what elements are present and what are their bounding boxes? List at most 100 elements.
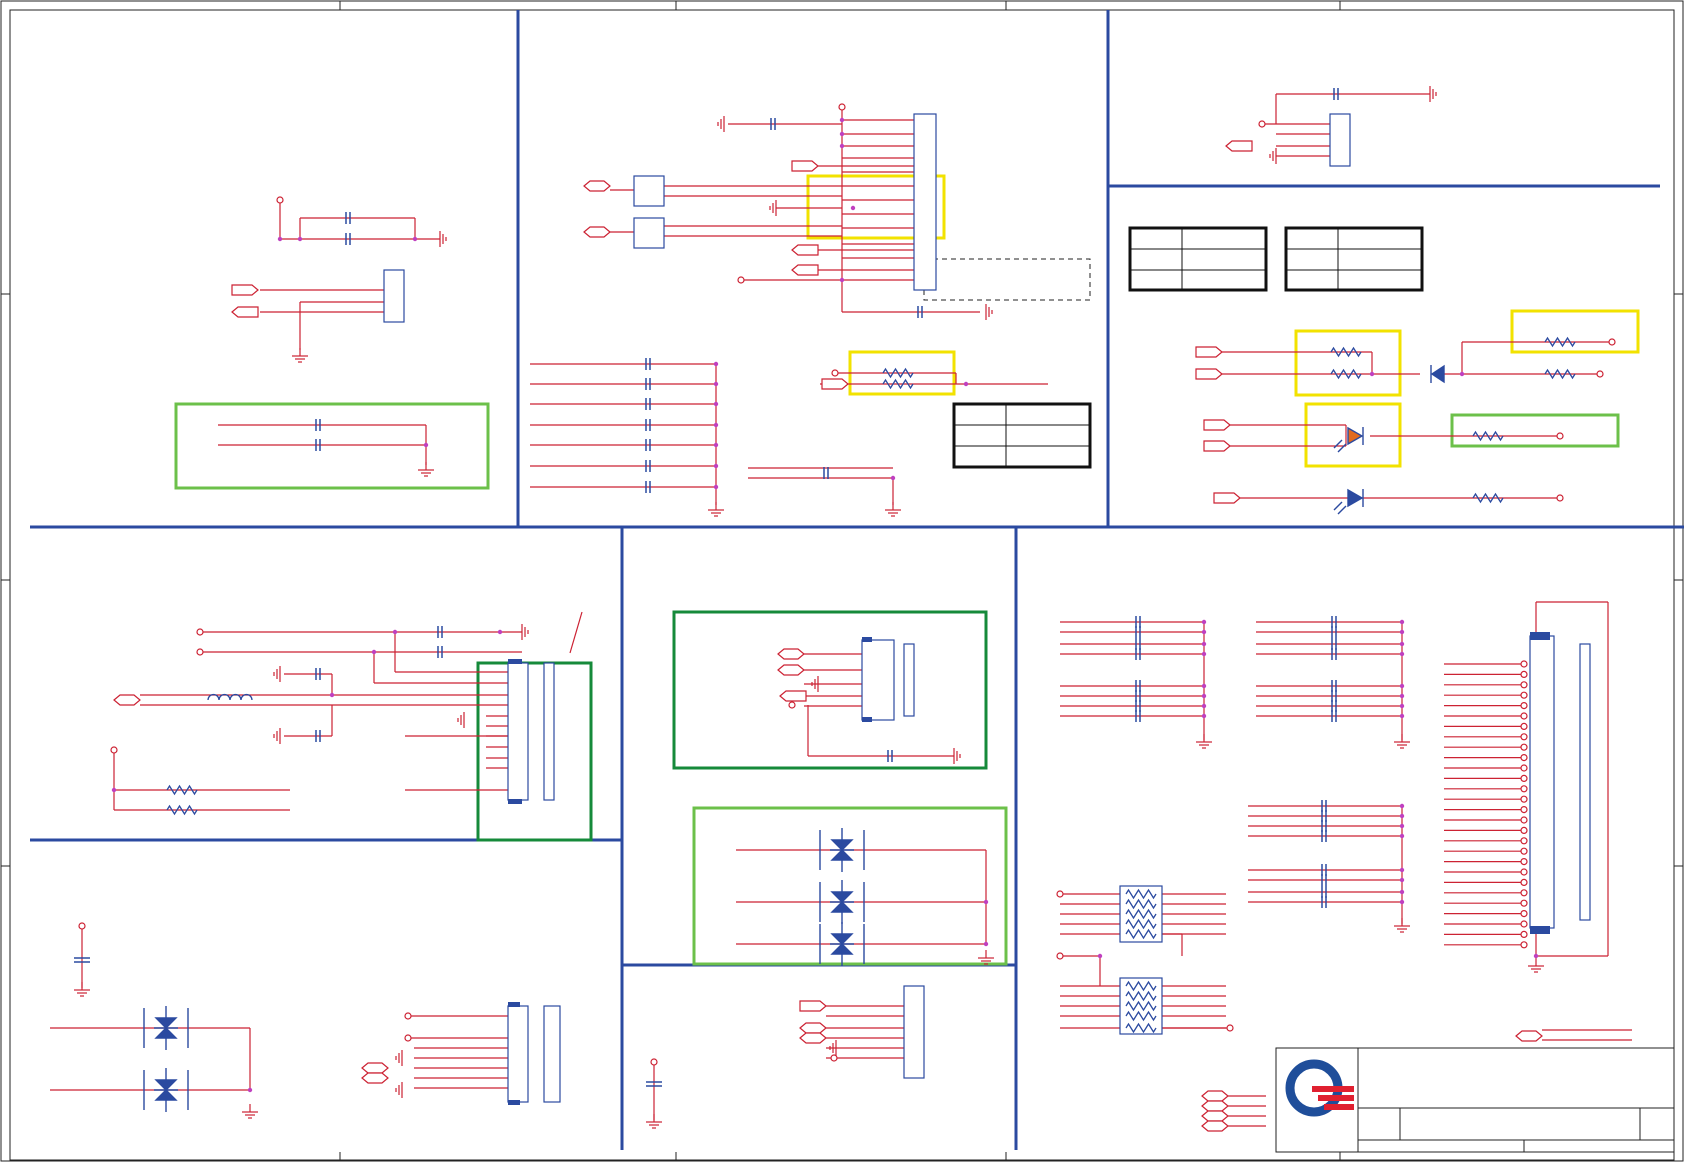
- terminal-icon: [830, 1054, 838, 1062]
- junction-dot: [1399, 877, 1405, 883]
- terminal-icon: [1520, 857, 1528, 866]
- junction-dot: [1399, 823, 1405, 829]
- terminal-icon: [110, 746, 118, 754]
- junction-dot: [1399, 651, 1405, 657]
- led-arrow: [1337, 505, 1347, 515]
- net-port-icon: [779, 690, 807, 702]
- ground-icon: [769, 200, 777, 216]
- terminal-icon: [1520, 868, 1528, 876]
- ground-icon: [292, 348, 308, 363]
- net-port-icon: [777, 664, 805, 676]
- highlight-dark-green: [672, 610, 988, 770]
- junction-dot: [1201, 683, 1207, 689]
- highlight-green: [1450, 413, 1620, 448]
- net-port-icon: [583, 226, 611, 238]
- junction-dot: [1533, 953, 1539, 959]
- dashed-note-box: [923, 258, 1091, 301]
- net-port-icon: [231, 284, 259, 296]
- terminal-icon: [1520, 899, 1528, 907]
- connector-pin-marker: [508, 1100, 520, 1105]
- section-borders: [30, 10, 1684, 1150]
- connector-pin-marker: [508, 659, 522, 664]
- terminal-icon: [838, 103, 846, 111]
- connector-pin-marker: [1530, 926, 1550, 934]
- connector-icon: [543, 1005, 561, 1103]
- terminal-icon: [1520, 691, 1528, 699]
- resistor-icon: [1330, 346, 1362, 358]
- terminal-icon: [1520, 681, 1528, 689]
- terminal-icon: [1520, 805, 1528, 814]
- connector-icon: [507, 1005, 529, 1103]
- terminal-icon: [1520, 764, 1528, 772]
- net-port-icon: [799, 1022, 827, 1034]
- junction-dot: [713, 422, 719, 428]
- led-arrow: [1333, 439, 1343, 449]
- junction-dot: [247, 1087, 253, 1093]
- terminal-icon: [1258, 120, 1266, 128]
- terminal-icon: [1520, 733, 1528, 741]
- net-port-icon: [799, 1000, 827, 1012]
- net-port-icon: [1195, 368, 1223, 380]
- net-port-icon: [791, 244, 819, 256]
- net-port-icon: [1203, 440, 1231, 452]
- junction-dot: [713, 401, 719, 407]
- net-port-icon: [777, 648, 805, 660]
- junction-dot: [1369, 371, 1375, 377]
- terminal-icon: [1226, 1024, 1234, 1032]
- ground-icon: [273, 728, 281, 744]
- terminal-icon: [1520, 909, 1528, 918]
- junction-dot: [392, 629, 398, 635]
- junction-dot: [1201, 703, 1207, 709]
- diode-triangle: [1430, 364, 1445, 384]
- resistor-icon: [166, 804, 198, 816]
- junction-dot: [297, 236, 303, 242]
- ground-icon: [717, 116, 725, 132]
- ground-icon: [273, 666, 281, 682]
- ground-icon: [885, 502, 901, 517]
- table-center: [952, 402, 1092, 469]
- junction-dot: [1399, 641, 1405, 647]
- ground-icon: [985, 304, 993, 320]
- junction-dot: [1399, 803, 1405, 809]
- net-port-icon: [791, 160, 819, 172]
- junction-dot: [1399, 899, 1405, 905]
- ground-icon: [953, 748, 961, 764]
- resistor-icon: [1472, 492, 1504, 504]
- junction-dot: [1201, 713, 1207, 719]
- table-right-b: [1284, 226, 1424, 292]
- resistor-icon: [1472, 430, 1504, 442]
- junction-dot: [1399, 703, 1405, 709]
- ground-icon: [1196, 734, 1212, 749]
- parts: [74, 86, 1616, 1132]
- junction-dot: [412, 236, 418, 242]
- connector-icon: [1329, 113, 1351, 167]
- terminal-icon: [1556, 494, 1564, 502]
- junction-dot: [1399, 713, 1405, 719]
- transformer-icon: [633, 217, 665, 249]
- net-port-icon: [1201, 1110, 1229, 1122]
- terminal-icon: [1596, 370, 1604, 378]
- terminal-icon: [1520, 795, 1528, 803]
- junction-dot: [983, 941, 989, 947]
- terminal-icon: [737, 276, 745, 284]
- junction-dot: [1399, 683, 1405, 689]
- terminal-icon: [1520, 701, 1528, 710]
- ground-icon: [457, 712, 465, 728]
- led-arrow: [1337, 443, 1347, 453]
- junction-dot: [713, 463, 719, 469]
- wire: [569, 611, 583, 654]
- net-port-icon: [361, 1062, 389, 1074]
- junction-dot: [1459, 371, 1465, 377]
- terminal-icon: [788, 701, 796, 709]
- ground-icon: [439, 231, 447, 247]
- net-port-icon: [821, 378, 849, 390]
- highlight-green: [692, 806, 1008, 966]
- ground-icon: [646, 1114, 662, 1129]
- junction-dot: [1399, 619, 1405, 625]
- led-arrow: [1333, 501, 1343, 511]
- junction-dot: [1201, 693, 1207, 699]
- terminal-icon: [196, 648, 204, 656]
- junction-dot: [713, 484, 719, 490]
- ground-icon: [74, 982, 90, 997]
- connector-icon: [903, 643, 915, 717]
